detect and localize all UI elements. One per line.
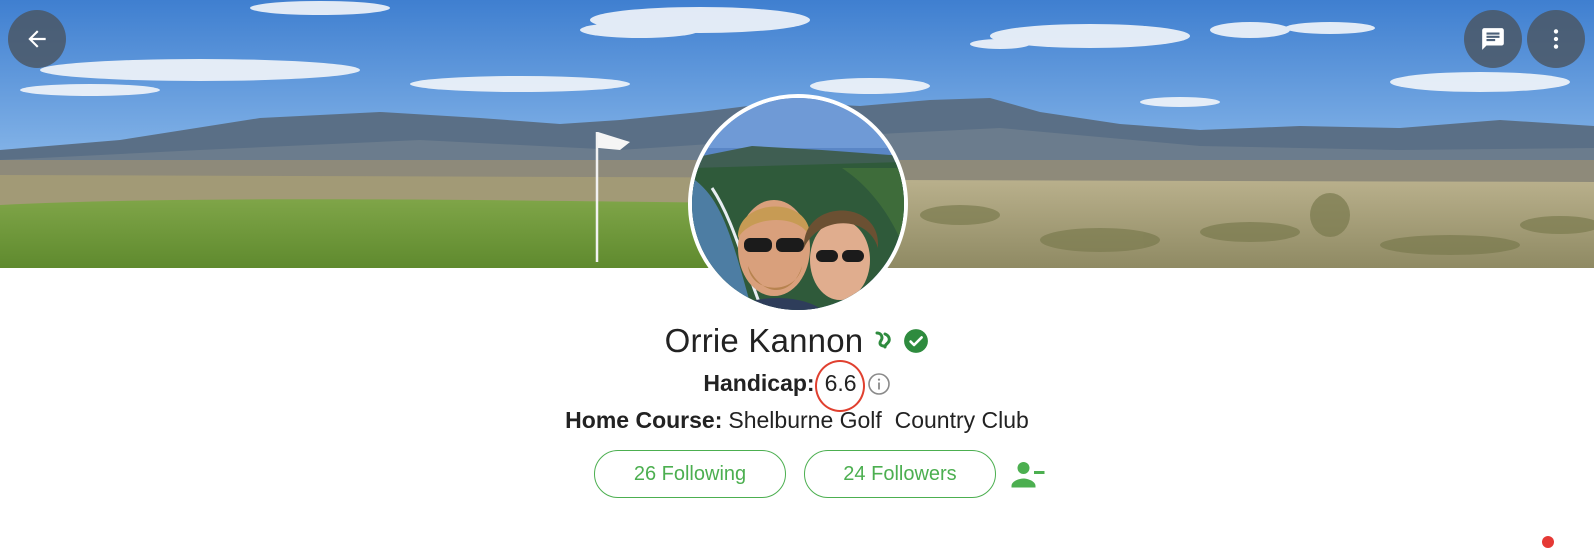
more-vertical-icon [1543, 26, 1569, 52]
home-course-row: Home Course: Shelburne Golf Country Club [0, 407, 1594, 434]
chat-button[interactable] [1464, 10, 1522, 68]
profile-page: Orrie Kannon Handicap: 6.6 Home Course: … [0, 0, 1594, 554]
info-icon[interactable] [867, 372, 891, 396]
verified-icon [903, 328, 929, 354]
home-course-label: Home Course: [565, 407, 723, 433]
arrow-left-icon [24, 26, 50, 52]
home-course-value: Shelburne Golf Country Club [728, 407, 1029, 433]
more-options-button[interactable] [1527, 10, 1585, 68]
avatar[interactable] [688, 94, 908, 314]
following-button[interactable]: 26 Following [594, 450, 786, 498]
handicap-label: Handicap: [703, 370, 815, 396]
golf-badge-icon [871, 329, 895, 353]
handicap-value-wrap: 6.6 [814, 360, 865, 412]
back-button[interactable] [8, 10, 66, 68]
name-row: Orrie Kannon [0, 322, 1594, 360]
person-remove-icon[interactable] [1010, 456, 1046, 492]
follow-row: 26 Following 24 Followers [594, 450, 1046, 498]
profile-name: Orrie Kannon [664, 322, 864, 359]
status-dot [1542, 536, 1554, 548]
followers-button[interactable]: 24 Followers [804, 450, 996, 498]
handicap-row: Handicap: 6.6 [0, 360, 1594, 412]
chat-icon [1480, 26, 1506, 52]
highlight-circle [814, 360, 865, 412]
